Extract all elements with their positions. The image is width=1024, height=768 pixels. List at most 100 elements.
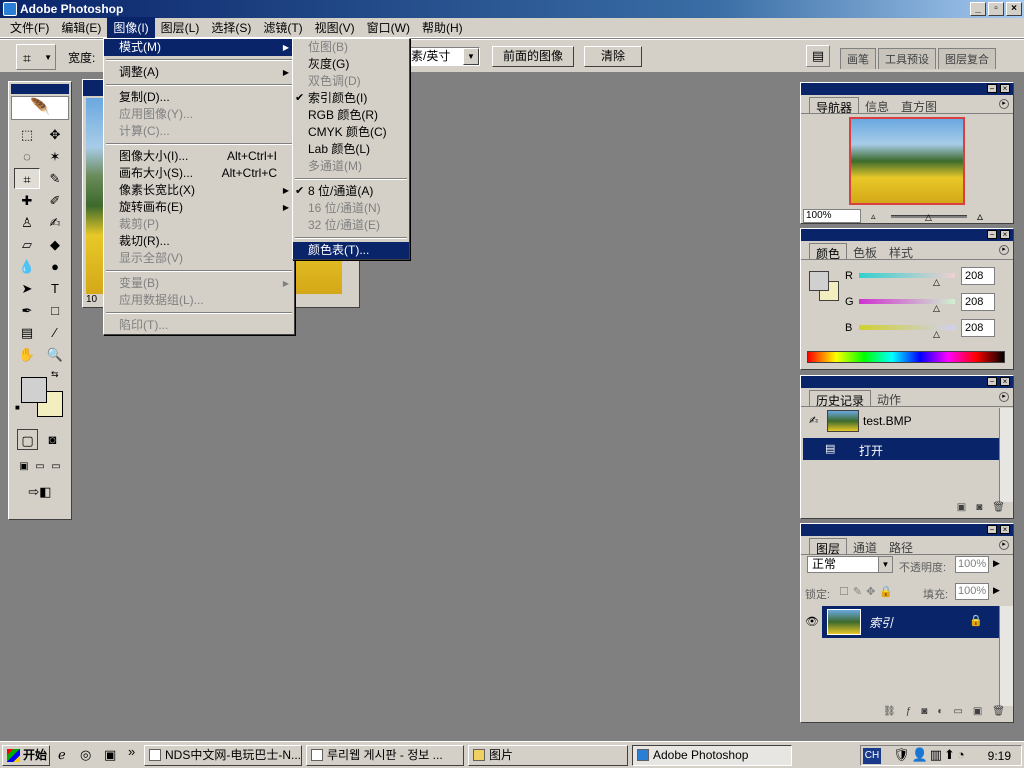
delete-layer-icon[interactable]: 🗑 — [992, 706, 1005, 722]
tab-color[interactable]: 颜色 — [809, 243, 848, 261]
tab-paths[interactable]: 路径 — [883, 538, 919, 555]
delete-icon[interactable]: 🗑 — [992, 502, 1005, 518]
menu-select[interactable]: 选择(S) — [205, 17, 257, 38]
quicklaunch-more-icon[interactable]: » — [128, 744, 135, 759]
zoom-out-icon[interactable]: ▵ — [871, 211, 876, 222]
history-brush-tool-icon[interactable]: ✍ — [42, 212, 68, 233]
fill-arrow-icon[interactable]: ▶ — [993, 585, 1000, 596]
channel-value-field[interactable]: 208 — [961, 293, 995, 311]
marquee-tool-icon[interactable]: ⬚ — [14, 124, 40, 145]
magic-wand-tool-icon[interactable]: ✶ — [42, 146, 68, 167]
new-layer-icon[interactable]: ▣ — [973, 706, 982, 722]
zoom-in-icon[interactable]: ▵ — [977, 209, 983, 223]
restore-button[interactable]: ▫ — [988, 2, 1004, 16]
channel-slider[interactable] — [859, 273, 955, 278]
image-menu-item-2[interactable]: 调整(A) ▶ — [104, 64, 294, 81]
blur-tool-icon[interactable]: 💧 — [14, 256, 40, 277]
color-ramp[interactable] — [807, 351, 1005, 363]
history-snapshot-row[interactable]: ✍ test.BMP — [803, 408, 999, 434]
opacity-arrow-icon[interactable]: ▶ — [993, 558, 1000, 569]
panel-close-button[interactable]: × — [1000, 230, 1010, 239]
layer-row[interactable]: 👁 索引 🔒 — [802, 606, 999, 638]
start-button[interactable]: 开始 — [2, 745, 50, 766]
brush-tool-icon[interactable]: ✐ — [42, 190, 68, 211]
panel-minimize-button[interactable]: − — [987, 230, 997, 239]
menu-help[interactable]: 帮助(H) — [416, 17, 469, 38]
tab-navigator[interactable]: 导航器 — [809, 97, 860, 115]
menu-layer[interactable]: 图层(L) — [155, 17, 206, 38]
desktop-quicklaunch-icon[interactable]: ▣ — [104, 747, 116, 763]
resolution-unit-select[interactable]: 素/英寸 ▼ — [406, 47, 480, 66]
jump-to-imageready-icon[interactable]: ⇨◧ — [9, 479, 71, 500]
zoom-slider-thumb[interactable]: △ — [925, 212, 932, 223]
mode-menu-item-4[interactable]: RGB 颜色(R) — [293, 107, 409, 124]
image-menu-item-0[interactable]: 模式(M) ▶ — [104, 39, 294, 56]
type-tool-icon[interactable]: T — [42, 278, 68, 299]
mode-menu-item-13[interactable]: 颜色表(T)... — [293, 242, 409, 259]
panel-menu-icon[interactable]: ▸ — [999, 99, 1009, 109]
tab-channels[interactable]: 通道 — [847, 538, 883, 555]
path-selection-tool-icon[interactable]: ➤ — [14, 278, 40, 299]
lock-icons[interactable]: ☐✎✥🔒 — [839, 585, 897, 598]
image-menu-item-8[interactable]: 图像大小(I)... Alt+Ctrl+I — [104, 148, 294, 165]
panel-menu-icon[interactable]: ▸ — [999, 540, 1009, 550]
mode-menu-item-6[interactable]: Lab 颜色(L) — [293, 141, 409, 158]
panel-minimize-button[interactable]: − — [987, 84, 997, 93]
image-menu-item-4[interactable]: 复制(D)... — [104, 89, 294, 106]
slider-thumb-icon[interactable]: △ — [933, 303, 940, 314]
move-tool-icon[interactable]: ✥ — [42, 124, 68, 145]
color-panel-fg-swatch[interactable] — [809, 271, 829, 291]
channel-slider[interactable] — [859, 325, 955, 330]
panel-close-button[interactable]: × — [1000, 525, 1010, 534]
layer-style-icon[interactable]: ƒ — [906, 706, 912, 722]
tab-info[interactable]: 信息 — [859, 97, 895, 114]
tab-swatches[interactable]: 色板 — [847, 243, 883, 260]
panel-menu-icon[interactable]: ▸ — [999, 245, 1009, 255]
minimize-button[interactable]: _ — [970, 2, 986, 16]
panel-menu-icon[interactable]: ▸ — [999, 392, 1009, 402]
new-snapshot-icon[interactable]: ◙ — [976, 502, 982, 518]
history-brush-source-icon[interactable]: ✍ — [809, 414, 818, 427]
panel-minimize-button[interactable]: − — [987, 377, 997, 386]
menu-view[interactable]: 视图(V) — [309, 17, 361, 38]
dodge-tool-icon[interactable]: ● — [42, 256, 68, 277]
opacity-field[interactable]: 100% — [955, 556, 989, 573]
blend-mode-select[interactable]: 正常 ▼ — [807, 556, 893, 573]
clone-stamp-tool-icon[interactable]: ♙ — [14, 212, 40, 233]
tab-layers[interactable]: 图层 — [809, 538, 848, 556]
image-menu-item-11[interactable]: 旋转画布(E) ▶ — [104, 199, 294, 216]
paint-bucket-tool-icon[interactable]: ◆ — [42, 234, 68, 255]
full-screen-menu-icon[interactable]: ▭ — [33, 456, 47, 477]
mode-menu-item-3[interactable]: ✔ 索引颜色(I) — [293, 90, 409, 107]
rectangle-tool-icon[interactable]: □ — [42, 300, 68, 321]
ie-quicklaunch-icon[interactable]: ℯ — [58, 747, 66, 763]
new-group-icon[interactable]: ▭ — [953, 706, 962, 722]
task-ruliweb-browser[interactable]: 루리웹 게시판 - 정보 ... — [306, 745, 464, 766]
panel-close-button[interactable]: × — [1000, 377, 1010, 386]
mode-menu-item-1[interactable]: 灰度(G) — [293, 56, 409, 73]
ime-indicator[interactable]: CH — [863, 748, 881, 764]
lasso-tool-icon[interactable]: ◌ — [14, 146, 40, 167]
notes-tool-icon[interactable]: ▤ — [14, 322, 40, 343]
channel-value-field[interactable]: 208 — [961, 319, 995, 337]
mode-menu-item-5[interactable]: CMYK 颜色(C) — [293, 124, 409, 141]
foreground-color-swatch[interactable] — [21, 377, 47, 403]
eye-icon[interactable]: 👁 — [802, 606, 822, 638]
history-state-row[interactable]: ▤ 打开 — [803, 438, 999, 460]
quick-mask-mode-icon[interactable]: ◙ — [42, 429, 63, 450]
eyedropper-tool-icon[interactable]: ⁄ — [42, 322, 68, 343]
default-colors-icon[interactable]: ■ — [15, 403, 20, 412]
pen-tool-icon[interactable]: ✒ — [14, 300, 40, 321]
swap-colors-icon[interactable]: ⇆ — [51, 369, 59, 380]
navigator-thumbnail[interactable] — [849, 117, 965, 205]
task-pictures-folder[interactable]: 图片 — [468, 745, 628, 766]
file-browser-icon[interactable]: ▤ — [806, 45, 830, 67]
panel-close-button[interactable]: × — [1000, 84, 1010, 93]
tab-actions[interactable]: 动作 — [871, 390, 907, 407]
tab-histogram[interactable]: 直方图 — [895, 97, 943, 114]
adjustment-layer-icon[interactable]: ◐ — [937, 706, 943, 722]
link-layers-icon[interactable]: ⛓ — [883, 706, 896, 722]
standard-mode-icon[interactable]: ▢ — [17, 429, 39, 450]
panel-minimize-button[interactable]: − — [987, 525, 997, 534]
menu-image[interactable]: 图像(I) — [107, 17, 155, 38]
